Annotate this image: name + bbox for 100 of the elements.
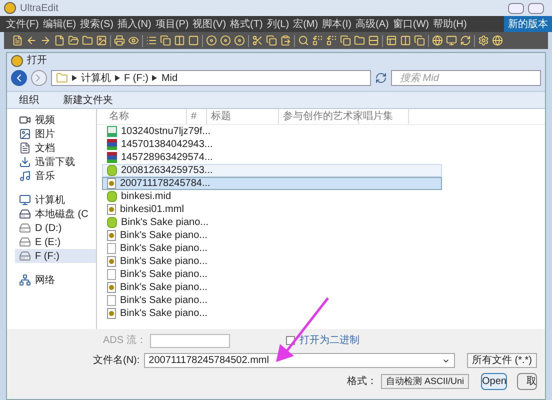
file-row[interactable]: binkesi01.mml [102, 203, 442, 216]
new-folder-button[interactable]: 新建文件夹 [63, 92, 113, 108]
column-header[interactable]: 名称 [109, 109, 187, 124]
file-type-dropdown[interactable]: 所有文件 (*.*) [467, 353, 537, 368]
nav-item[interactable]: D (D:) [15, 221, 96, 235]
preview-icon[interactable] [128, 35, 139, 46]
menu-item[interactable]: 视图(V) [190, 16, 228, 32]
copy-icon[interactable] [414, 35, 425, 46]
menu-item[interactable]: 帮助(H) [430, 16, 469, 32]
nav-item[interactable]: 计算机 [15, 193, 96, 207]
copy-icon[interactable] [340, 35, 351, 46]
nav-item[interactable]: F (F:) [15, 249, 96, 263]
globe-icon[interactable] [492, 35, 503, 46]
disc-icon[interactable] [234, 35, 245, 46]
menu-item[interactable]: 窗口(W) [390, 16, 431, 32]
folder-icon[interactable] [82, 35, 93, 46]
folder-icon[interactable] [354, 35, 365, 46]
disc-icon[interactable] [206, 35, 217, 46]
minimize-button[interactable] [508, 2, 524, 14]
open-button[interactable]: Open [481, 373, 508, 390]
copy-icon[interactable] [160, 35, 171, 46]
settings-icon[interactable] [478, 35, 489, 46]
file-row[interactable]: Bink's Sake piano... [102, 216, 442, 229]
back-arrow-icon[interactable] [26, 35, 37, 46]
nav-item[interactable]: 迅雷下载 [15, 155, 96, 169]
document-icon [19, 142, 31, 154]
copy-icon[interactable] [266, 35, 277, 46]
file-row[interactable]: 145728963429574... [102, 151, 442, 164]
file-row[interactable]: Bink's Sake piano... [102, 242, 442, 255]
nav-item[interactable]: 音乐 [15, 169, 96, 183]
filename-field[interactable]: 200711178245784502.mml [144, 353, 455, 368]
file-icon [107, 282, 116, 293]
ads-field[interactable] [150, 334, 230, 348]
cancel-button[interactable]: 取 [517, 373, 538, 390]
cut-icon[interactable] [252, 35, 263, 46]
menu-item[interactable]: 脚本(I) [320, 16, 354, 32]
nav-item[interactable]: E (E:) [15, 235, 96, 249]
back-button[interactable] [11, 70, 27, 86]
new-version-button[interactable]: 新的版本 [504, 16, 552, 32]
blank-file-icon [107, 295, 116, 306]
file-row[interactable]: 200711178245784... [102, 177, 442, 190]
refresh-icon[interactable] [375, 72, 387, 84]
menu-item[interactable]: 项目(P) [153, 16, 191, 32]
file-icon[interactable] [54, 35, 65, 46]
file-row[interactable]: Bink's Sake piano... [102, 281, 442, 294]
breadcrumb-item[interactable]: F (F:) [124, 70, 148, 86]
nav-item[interactable]: 视频 [15, 113, 96, 127]
file-row[interactable]: 103240stnu7ljz79f... [102, 125, 442, 138]
square-icon[interactable] [188, 35, 199, 46]
file-row[interactable]: 200812634259753... [102, 164, 442, 177]
refresh-icon[interactable] [460, 35, 471, 46]
file-row[interactable]: Bink's Sake piano... [102, 229, 442, 242]
binary-label: 打开为二进制 [299, 334, 360, 348]
menu-item[interactable]: 宏(M) [291, 16, 320, 32]
search-field[interactable]: 搜索 Mid [391, 70, 541, 86]
address-bar[interactable]: 计算机 F (F:) Mid [51, 70, 371, 86]
format-dropdown[interactable]: 自动检测 ASCII/Uni [381, 374, 470, 389]
print-icon[interactable] [114, 35, 125, 46]
columns-icon[interactable] [174, 35, 185, 46]
rows-icon[interactable] [368, 35, 379, 46]
paste-icon[interactable] [280, 35, 291, 46]
menu-item[interactable]: 编辑(E) [40, 16, 78, 32]
ads-label: ADS 流： [103, 334, 146, 348]
open-folder-icon[interactable] [68, 35, 79, 46]
new-file-icon[interactable] [12, 35, 23, 46]
breadcrumb-item[interactable]: 计算机 [81, 70, 111, 86]
menu-item[interactable]: 插入(N) [115, 16, 154, 32]
search-icon[interactable] [298, 35, 309, 46]
layout-icon[interactable] [386, 35, 397, 46]
disc-icon[interactable] [220, 35, 231, 46]
image-icon[interactable] [96, 35, 107, 46]
menu-item[interactable]: 格式(T) [228, 16, 265, 32]
menu-item[interactable]: 列(L) [264, 16, 292, 32]
menu-item[interactable]: 文件(F) [4, 16, 41, 32]
column-header[interactable]: 标题 [207, 109, 279, 124]
file-row[interactable]: 145701384042943... [102, 138, 442, 151]
music-file-icon [107, 217, 117, 228]
nav-item[interactable]: 文档 [15, 141, 96, 155]
replace-icon[interactable] [312, 35, 323, 46]
nav-item[interactable]: 网络 [15, 273, 96, 287]
file-row[interactable]: Bink's Sake piano... [102, 307, 442, 320]
file-row[interactable]: Bink's Sake piano... [102, 255, 442, 268]
forward-arrow-icon[interactable] [40, 35, 51, 46]
breadcrumb-item[interactable]: Mid [161, 70, 178, 86]
replace-icon[interactable] [326, 35, 337, 46]
maximize-button[interactable] [528, 2, 544, 14]
file-row[interactable]: Bink's Sake piano... [102, 294, 442, 307]
file-row[interactable]: Bink's Sake piano... [102, 268, 442, 281]
globe-icon[interactable] [432, 35, 443, 46]
column-header[interactable]: # [187, 109, 207, 124]
menu-item[interactable]: 搜索(S) [78, 16, 116, 32]
music-icon [19, 170, 31, 182]
file-row[interactable]: binkesi.mid [102, 190, 442, 203]
list-icon[interactable] [146, 35, 157, 46]
monitor-icon[interactable] [446, 35, 457, 46]
nav-item[interactable]: 图片 [15, 127, 96, 141]
organize-button[interactable]: 组织 [19, 92, 39, 108]
nav-item[interactable]: 本地磁盘 (C [15, 207, 96, 221]
columns-icon[interactable] [400, 35, 411, 46]
menu-item[interactable]: 高级(A) [354, 16, 391, 32]
